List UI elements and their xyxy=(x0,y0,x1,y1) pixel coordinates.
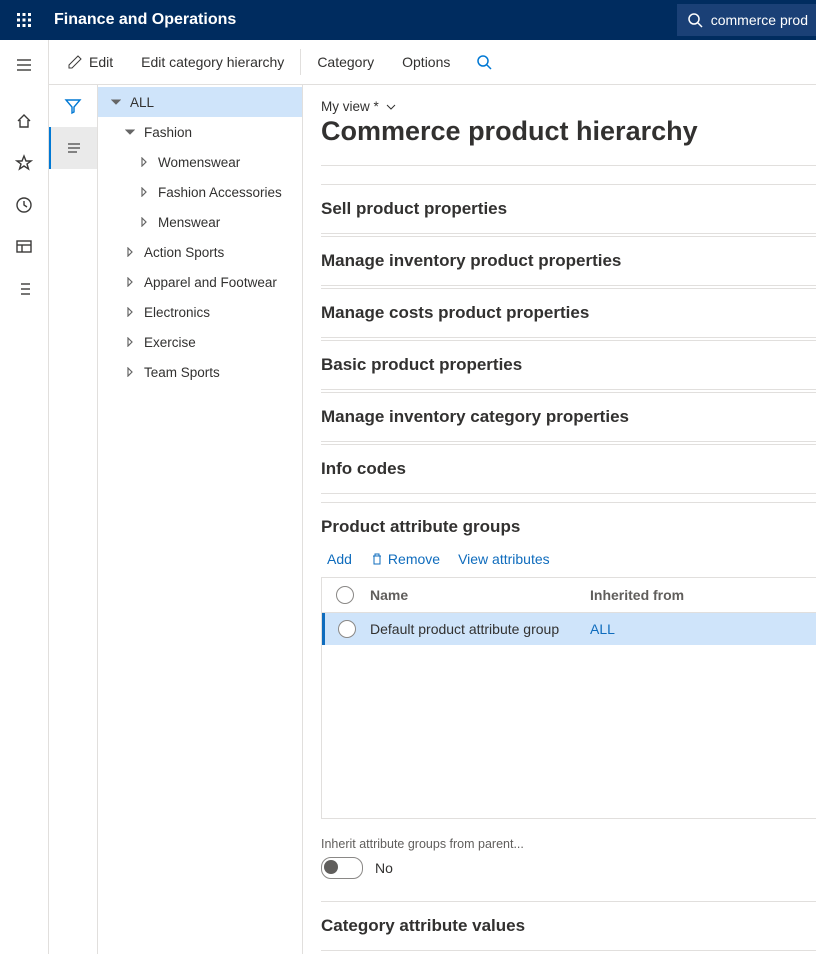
collapse-icon[interactable] xyxy=(108,94,124,110)
view-picker[interactable]: My view * xyxy=(321,99,816,114)
tree-node-menswear[interactable]: Menswear xyxy=(98,207,302,237)
section-product-attribute-groups: Product attribute groups Add Remove View… xyxy=(321,502,816,879)
col-inherited[interactable]: Inherited from xyxy=(588,587,816,603)
inherit-field-label: Inherit attribute groups from parent... xyxy=(321,837,816,851)
tree-label: Exercise xyxy=(144,335,196,350)
collapse-icon[interactable] xyxy=(122,124,138,140)
expand-icon[interactable] xyxy=(122,334,138,350)
section-cost-props[interactable]: Manage costs product properties xyxy=(321,288,816,338)
tree-node-exercise[interactable]: Exercise xyxy=(98,327,302,357)
tab-options[interactable]: Options xyxy=(388,40,464,84)
section-info-codes[interactable]: Info codes xyxy=(321,444,816,494)
app-title: Finance and Operations xyxy=(54,11,236,29)
filter-funnel-icon[interactable] xyxy=(49,85,97,127)
divider xyxy=(300,49,301,75)
section-category-attr-values[interactable]: Category attribute values xyxy=(321,901,816,951)
section-basic-props[interactable]: Basic product properties xyxy=(321,340,816,390)
edit-label: Edit xyxy=(89,54,113,70)
select-all-radio[interactable] xyxy=(336,586,354,604)
page-search-icon[interactable] xyxy=(464,54,504,70)
category-tree: ALL Fashion Womenswear Fashion Accessori… xyxy=(98,85,303,954)
tree-node-apparel-footwear[interactable]: Apparel and Footwear xyxy=(98,267,302,297)
filter-column xyxy=(49,85,98,954)
expand-icon[interactable] xyxy=(122,364,138,380)
pag-toolbar: Add Remove View attributes xyxy=(321,551,816,567)
remove-button[interactable]: Remove xyxy=(370,551,440,567)
add-button[interactable]: Add xyxy=(327,551,352,567)
expand-icon[interactable] xyxy=(122,304,138,320)
expand-icon[interactable] xyxy=(136,184,152,200)
tab-options-label: Options xyxy=(402,54,450,70)
nav-recent-icon[interactable] xyxy=(0,184,48,226)
nav-workspaces-icon[interactable] xyxy=(0,226,48,268)
edit-hierarchy-label: Edit category hierarchy xyxy=(141,54,284,70)
global-search[interactable]: commerce prod xyxy=(677,4,816,36)
nav-modules-icon[interactable] xyxy=(0,268,48,310)
tree-node-team-sports[interactable]: Team Sports xyxy=(98,357,302,387)
expand-icon[interactable] xyxy=(136,154,152,170)
filter-list-icon[interactable] xyxy=(49,127,97,169)
tree-label: Action Sports xyxy=(144,245,224,260)
view-picker-label: My view * xyxy=(321,99,379,114)
expand-icon[interactable] xyxy=(136,214,152,230)
tree-node-all[interactable]: ALL xyxy=(98,87,302,117)
col-name[interactable]: Name xyxy=(368,587,588,603)
page-title: Commerce product hierarchy xyxy=(321,116,816,147)
table-row[interactable]: Default product attribute group ALL xyxy=(322,613,816,645)
edit-hierarchy-button[interactable]: Edit category hierarchy xyxy=(127,40,298,84)
tree-node-electronics[interactable]: Electronics xyxy=(98,297,302,327)
tree-label: Menswear xyxy=(158,215,220,230)
tree-label: Womenswear xyxy=(158,155,240,170)
section-inventory-props[interactable]: Manage inventory product properties xyxy=(321,236,816,286)
tab-category[interactable]: Category xyxy=(303,40,388,84)
tab-category-label: Category xyxy=(317,54,374,70)
tree-label: ALL xyxy=(130,95,154,110)
inherit-toggle-text: No xyxy=(375,860,393,876)
row-name: Default product attribute group xyxy=(368,621,588,637)
tree-label: Team Sports xyxy=(144,365,220,380)
detail-pane: My view * Commerce product hierarchy Sel… xyxy=(303,85,816,954)
section-sell-props[interactable]: Sell product properties xyxy=(321,184,816,234)
nav-favorites-icon[interactable] xyxy=(0,142,48,184)
tree-label: Electronics xyxy=(144,305,210,320)
expand-icon[interactable] xyxy=(122,244,138,260)
section-pag-header[interactable]: Product attribute groups xyxy=(321,517,816,537)
nav-hamburger[interactable] xyxy=(0,44,48,86)
tree-node-fashion[interactable]: Fashion xyxy=(98,117,302,147)
remove-label: Remove xyxy=(388,551,440,567)
tree-node-fashion-accessories[interactable]: Fashion Accessories xyxy=(98,177,302,207)
section-inventory-cat-props[interactable]: Manage inventory category properties xyxy=(321,392,816,442)
nav-home-icon[interactable] xyxy=(0,100,48,142)
command-bar: Edit Edit category hierarchy Category Op… xyxy=(49,40,816,85)
edit-button[interactable]: Edit xyxy=(53,40,127,84)
nav-rail xyxy=(0,40,49,954)
tree-label: Fashion Accessories xyxy=(158,185,282,200)
expand-icon[interactable] xyxy=(122,274,138,290)
tree-label: Apparel and Footwear xyxy=(144,275,277,290)
app-launcher[interactable] xyxy=(0,0,48,40)
tree-label: Fashion xyxy=(144,125,192,140)
global-search-text: commerce prod xyxy=(711,12,808,28)
row-inherited-link[interactable]: ALL xyxy=(590,621,615,637)
tree-node-action-sports[interactable]: Action Sports xyxy=(98,237,302,267)
pag-grid: Name Inherited from Default product attr… xyxy=(321,577,816,819)
row-select-radio[interactable] xyxy=(338,620,356,638)
inherit-toggle[interactable] xyxy=(321,857,363,879)
grid-header: Name Inherited from xyxy=(322,578,816,613)
view-attributes-button[interactable]: View attributes xyxy=(458,551,550,567)
tree-node-womenswear[interactable]: Womenswear xyxy=(98,147,302,177)
